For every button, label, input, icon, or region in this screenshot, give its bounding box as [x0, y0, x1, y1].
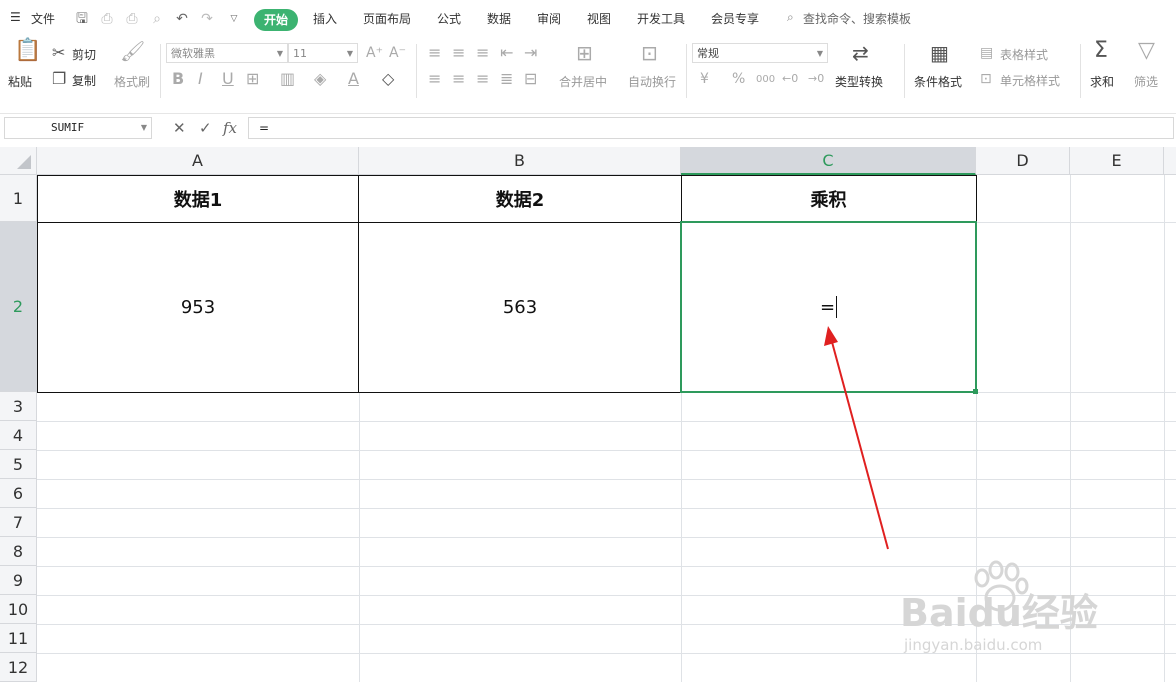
watermark-url: jingyan.baidu.com	[904, 636, 1043, 654]
watermark-brand: Baidu经验	[900, 591, 1098, 635]
watermark: Baidu经验 jingyan.baidu.com	[900, 560, 1170, 660]
